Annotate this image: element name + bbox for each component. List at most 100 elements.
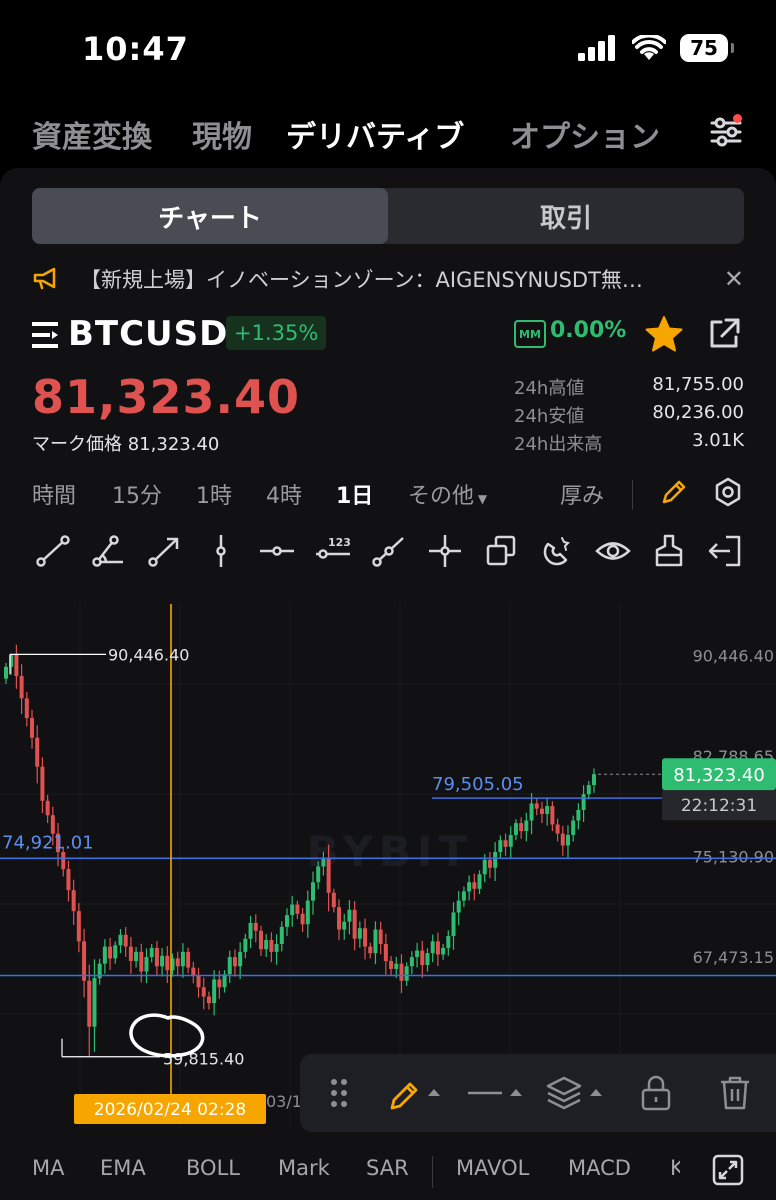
- low-marker-label: 59,815.40: [163, 1050, 244, 1069]
- cross-line-icon[interactable]: [426, 532, 464, 570]
- candle: [342, 921, 347, 930]
- candle: [461, 891, 466, 901]
- crosshair-time-label: 2026/02/24 02:28: [94, 1100, 246, 1120]
- magnet-icon[interactable]: [538, 532, 576, 570]
- angle-line-icon[interactable]: [90, 532, 128, 570]
- candle: [113, 945, 118, 959]
- candle: [264, 940, 269, 950]
- candle: [316, 866, 321, 883]
- fullscreen-icon[interactable]: [712, 1154, 744, 1186]
- caret-down-icon: ▼: [474, 492, 488, 506]
- candle: [357, 928, 362, 939]
- indicator-mavol[interactable]: MAVOL: [456, 1156, 529, 1180]
- candle: [290, 904, 295, 916]
- indicator-kdj[interactable]: K: [670, 1156, 680, 1180]
- candle: [274, 943, 279, 952]
- price-change-badge: +1.35%: [226, 316, 327, 350]
- candle: [154, 947, 159, 967]
- candle: [373, 929, 378, 954]
- arrow-line-icon[interactable]: [146, 532, 184, 570]
- tab-derivatives[interactable]: デリバティブ: [286, 112, 464, 156]
- candle: [76, 911, 81, 942]
- price-line-icon[interactable]: 123: [314, 532, 352, 570]
- tab-options[interactable]: オプション: [510, 112, 660, 156]
- share-icon[interactable]: [706, 316, 742, 352]
- timeframe-more[interactable]: その他 ▼: [408, 478, 487, 510]
- candle: [347, 909, 352, 922]
- candle: [472, 882, 477, 889]
- layers-icon[interactable]: [546, 1074, 606, 1112]
- candle: [524, 820, 529, 832]
- line-style-icon[interactable]: [466, 1074, 526, 1112]
- candle: [493, 852, 498, 868]
- candle: [409, 957, 414, 967]
- price-chart[interactable]: 90,446.4082,788.6575,130.9067,473.15 BYB…: [0, 604, 776, 1128]
- candle: [217, 979, 222, 988]
- pencil-icon[interactable]: [658, 476, 690, 508]
- announcement-text[interactable]: 【新規上場】イノベーションゾーン：AIGENSYNUSDT無…: [80, 264, 720, 294]
- depth-tab[interactable]: 厚み: [560, 478, 604, 510]
- candle: [160, 955, 165, 967]
- notification-dot: [733, 114, 742, 123]
- drag-handle-icon[interactable]: [328, 1074, 350, 1112]
- announcement-bar[interactable]: 【新規上場】イノベーションゾーン：AIGENSYNUSDT無… ✕: [32, 262, 744, 296]
- candle: [108, 946, 113, 959]
- timeframe-1h[interactable]: 1時: [196, 478, 232, 510]
- high-marker-label: 90,446.40: [108, 645, 189, 664]
- candle: [305, 900, 310, 925]
- segment-chart[interactable]: チャート: [32, 188, 388, 244]
- tab-asset-convert[interactable]: 資産変換: [32, 112, 152, 156]
- candle: [389, 961, 394, 969]
- symbol-name[interactable]: BTCUSD: [68, 314, 228, 354]
- trash-icon[interactable]: [718, 1074, 752, 1112]
- status-bar: 10:47 75: [0, 0, 776, 100]
- eraser-icon[interactable]: [650, 532, 688, 570]
- candle: [441, 947, 446, 955]
- candle: [14, 654, 19, 677]
- favorite-star-icon[interactable]: [644, 314, 684, 354]
- candle: [565, 834, 570, 846]
- signal-icon: [578, 35, 615, 61]
- indicator-ema[interactable]: EMA: [100, 1156, 146, 1180]
- exit-drawing-icon[interactable]: [706, 532, 744, 570]
- x-axis-label: 03/1: [266, 1092, 302, 1111]
- chart-settings-icon[interactable]: [712, 476, 744, 508]
- vertical-line-icon[interactable]: [202, 532, 240, 570]
- candle: [425, 953, 430, 965]
- candle: [61, 852, 66, 870]
- symbol-menu-icon[interactable]: [32, 322, 60, 348]
- indicator-mark[interactable]: Mark: [278, 1156, 330, 1180]
- timeframe-15m[interactable]: 15分: [112, 478, 162, 510]
- close-announcement-button[interactable]: ✕: [720, 265, 744, 293]
- candle: [420, 950, 425, 965]
- horizontal-line-icon[interactable]: [258, 532, 296, 570]
- drawing-floating-toolbar: [300, 1054, 776, 1132]
- copy-icon[interactable]: [482, 532, 520, 570]
- candle: [560, 833, 565, 846]
- candle: [534, 803, 539, 809]
- candle: [581, 794, 586, 810]
- timeframe-4h[interactable]: 4時: [266, 478, 302, 510]
- candle: [243, 938, 248, 952]
- timeframe-time[interactable]: 時間: [32, 478, 76, 510]
- candle: [92, 978, 97, 1027]
- trend-line-icon[interactable]: [34, 532, 72, 570]
- lock-icon[interactable]: [638, 1074, 674, 1112]
- tab-spot[interactable]: 現物: [192, 112, 252, 156]
- candle: [529, 803, 534, 821]
- indicator-sar[interactable]: SAR: [366, 1156, 409, 1180]
- timeframe-1d[interactable]: 1日: [336, 478, 373, 510]
- divider: [432, 1156, 433, 1188]
- eye-icon[interactable]: [594, 532, 632, 570]
- indicator-macd[interactable]: MACD: [568, 1156, 631, 1180]
- pencil-color-icon[interactable]: [388, 1074, 444, 1112]
- candle: [238, 951, 243, 967]
- candle: [196, 975, 201, 988]
- candle: [30, 718, 35, 738]
- indicator-boll[interactable]: BOLL: [186, 1156, 240, 1180]
- segment-trade[interactable]: 取引: [388, 188, 744, 244]
- settings-filter-button[interactable]: [708, 114, 744, 150]
- ray-line-icon[interactable]: [370, 532, 408, 570]
- indicator-ma[interactable]: MA: [32, 1156, 64, 1180]
- candle: [19, 676, 24, 699]
